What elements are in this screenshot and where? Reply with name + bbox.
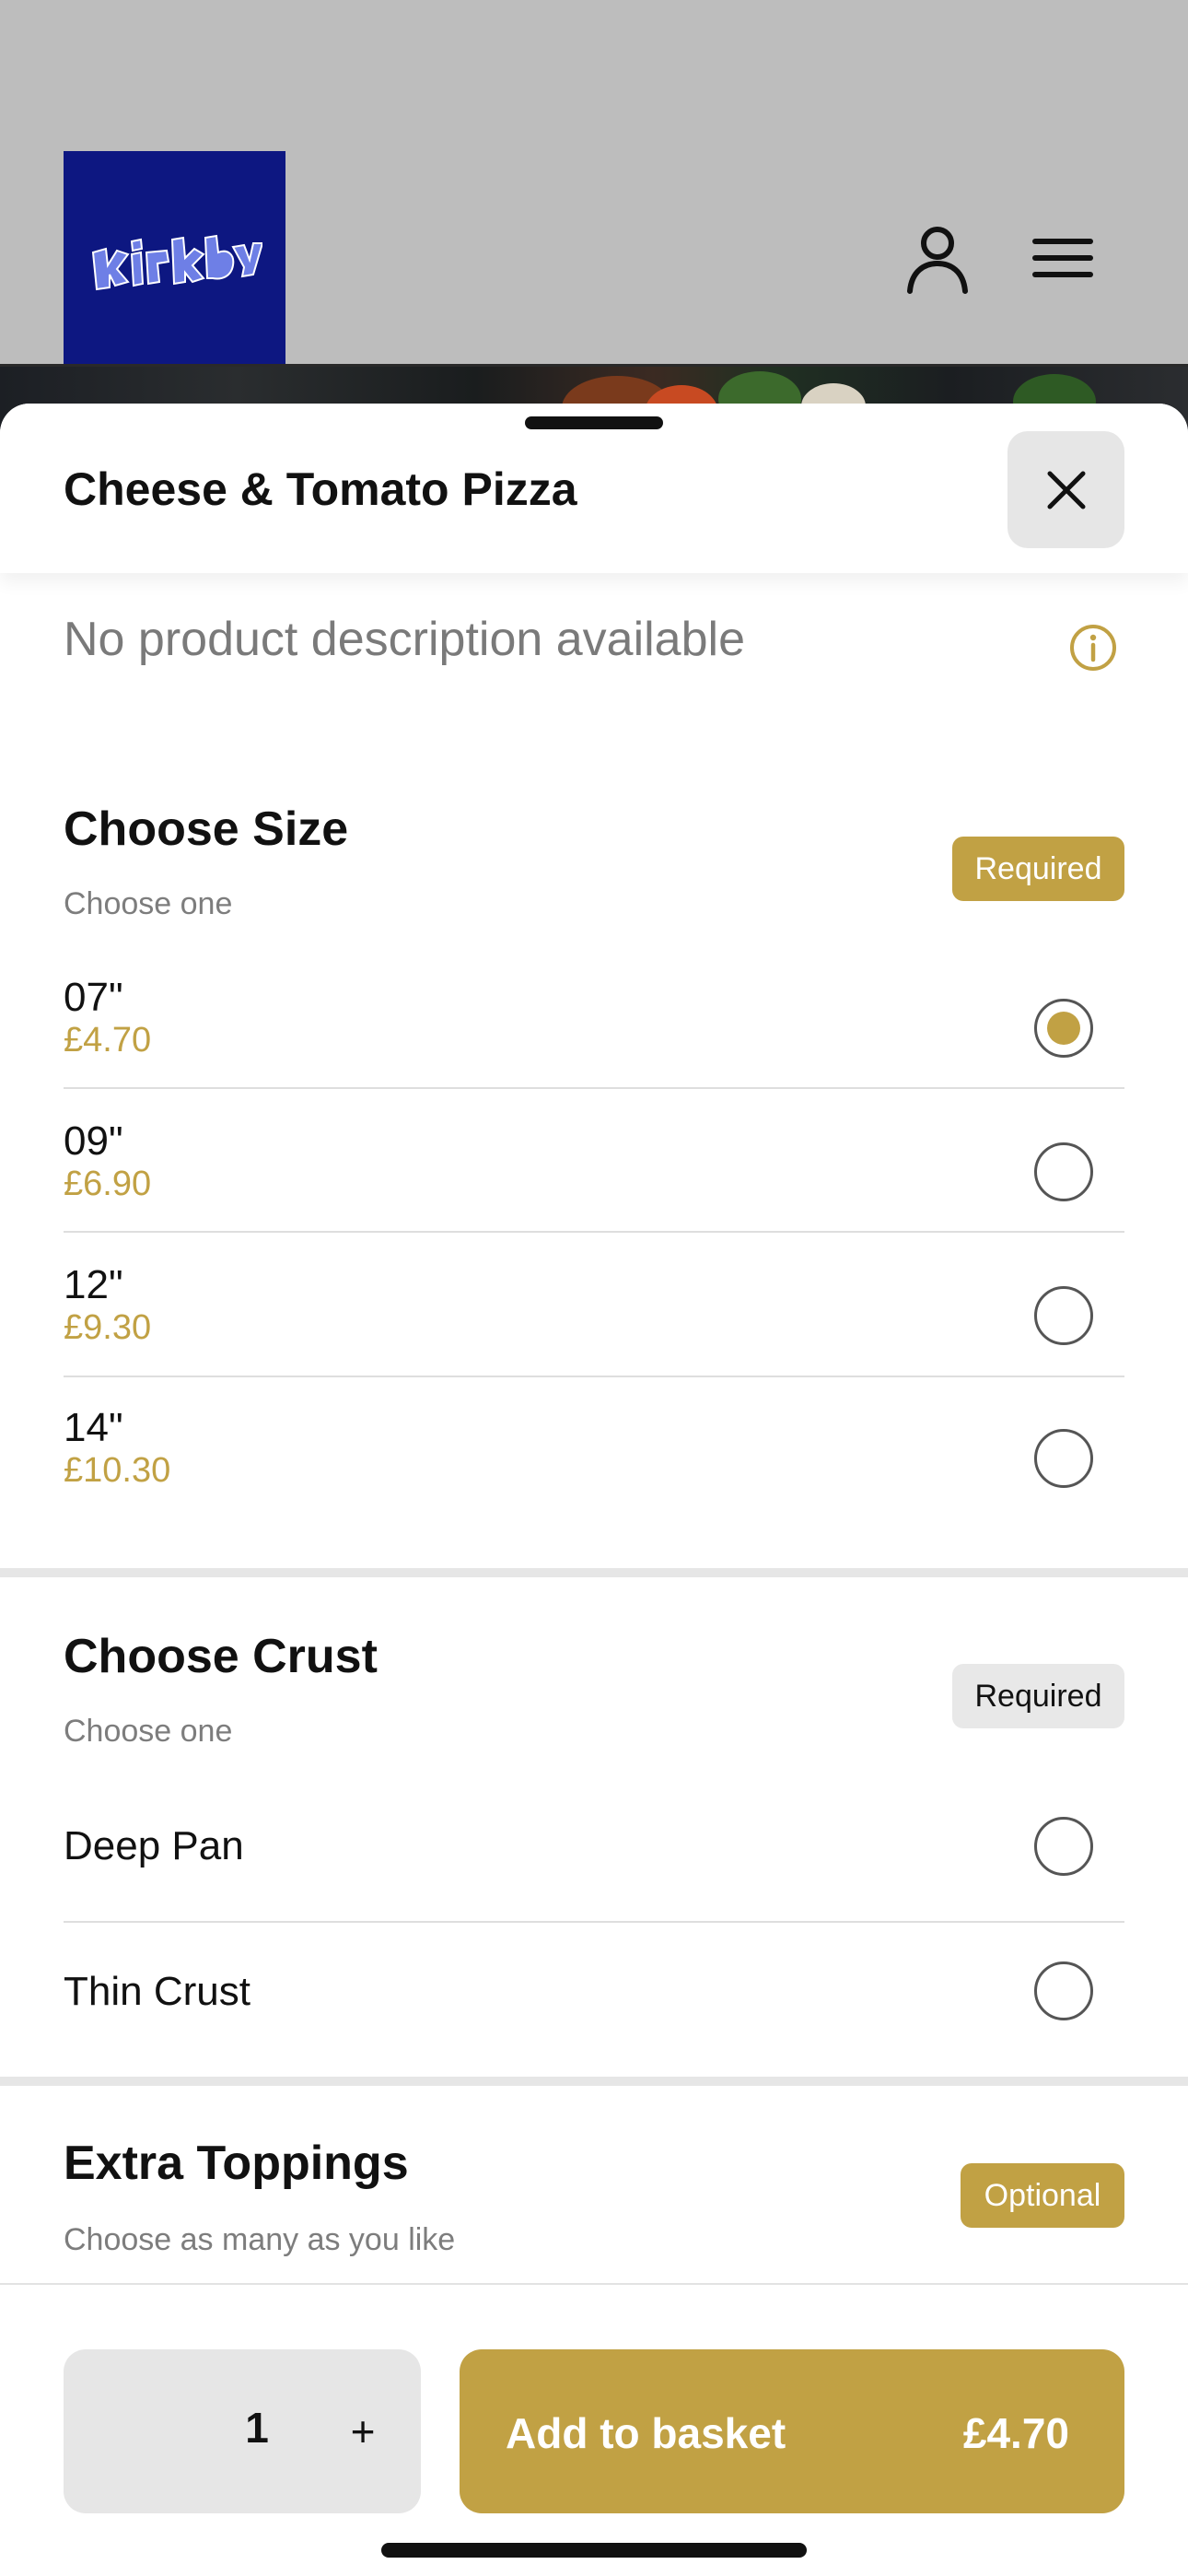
size-radio[interactable] (1034, 1429, 1093, 1488)
size-radio-selected[interactable] (1034, 999, 1093, 1058)
option-name: 12" (64, 1262, 123, 1307)
info-icon[interactable] (1068, 623, 1118, 673)
option-name: Deep Pan (64, 1823, 244, 1868)
bottom-action-bar: 1 + Add to basket £4.70 (0, 2283, 1188, 2576)
close-button[interactable] (1007, 431, 1124, 548)
size-required-badge: Required (952, 837, 1124, 901)
toppings-section-title: Extra Toppings (64, 2137, 409, 2190)
kirkby-logo-mark (91, 234, 262, 290)
quantity-stepper[interactable]: 1 + (64, 2349, 421, 2513)
crust-radio[interactable] (1034, 1817, 1093, 1876)
option-name: Thin Crust (64, 1969, 250, 2014)
size-option-09[interactable]: 09" £6.90 (64, 1089, 1124, 1233)
option-price: £6.90 (64, 1165, 152, 1203)
option-price: £9.30 (64, 1308, 152, 1347)
section-separator (0, 1568, 1188, 1577)
section-separator (0, 2077, 1188, 2086)
sheet-grabber[interactable] (525, 416, 663, 429)
option-name: 09" (64, 1118, 123, 1164)
crust-section-title: Choose Crust (64, 1630, 378, 1683)
product-description: No product description available (64, 613, 745, 666)
toppings-optional-badge: Optional (961, 2163, 1124, 2228)
product-sheet: Cheese & Tomato Pizza No product descrip… (0, 404, 1188, 2576)
option-price: £4.70 (64, 1021, 152, 1060)
option-price: £10.30 (64, 1451, 171, 1490)
size-option-12[interactable]: 12" £9.30 (64, 1233, 1124, 1377)
crust-option-thin-crust[interactable]: Thin Crust (64, 1923, 1124, 2052)
add-to-basket-button[interactable]: Add to basket £4.70 (460, 2349, 1124, 2513)
option-name: 14" (64, 1405, 123, 1450)
home-indicator (381, 2543, 807, 2558)
crust-required-badge: Required (952, 1664, 1124, 1728)
kirkby-logo[interactable] (64, 151, 285, 373)
size-section-title: Choose Size (64, 802, 349, 856)
crust-radio[interactable] (1034, 1961, 1093, 2020)
user-icon[interactable] (901, 221, 974, 295)
size-option-14[interactable]: 14" £10.30 (64, 1377, 1124, 1516)
crust-option-deep-pan[interactable]: Deep Pan (64, 1770, 1124, 1923)
toppings-section-subtitle: Choose as many as you like (64, 2222, 456, 2257)
size-section-subtitle: Choose one (64, 886, 233, 921)
close-icon (1047, 471, 1085, 509)
product-title: Cheese & Tomato Pizza (64, 463, 577, 515)
hamburger-menu-icon[interactable] (1026, 221, 1100, 295)
quantity-value: 1 (245, 2404, 269, 2452)
crust-section-subtitle: Choose one (64, 1714, 233, 1749)
increment-button[interactable]: + (331, 2399, 395, 2464)
add-to-basket-label: Add to basket (506, 2409, 786, 2457)
sheet-header: Cheese & Tomato Pizza (0, 404, 1188, 573)
size-option-07[interactable]: 07" £4.70 (64, 945, 1124, 1089)
add-to-basket-price: £4.70 (962, 2409, 1069, 2457)
size-radio[interactable] (1034, 1142, 1093, 1201)
option-name: 07" (64, 975, 123, 1020)
size-radio[interactable] (1034, 1286, 1093, 1345)
